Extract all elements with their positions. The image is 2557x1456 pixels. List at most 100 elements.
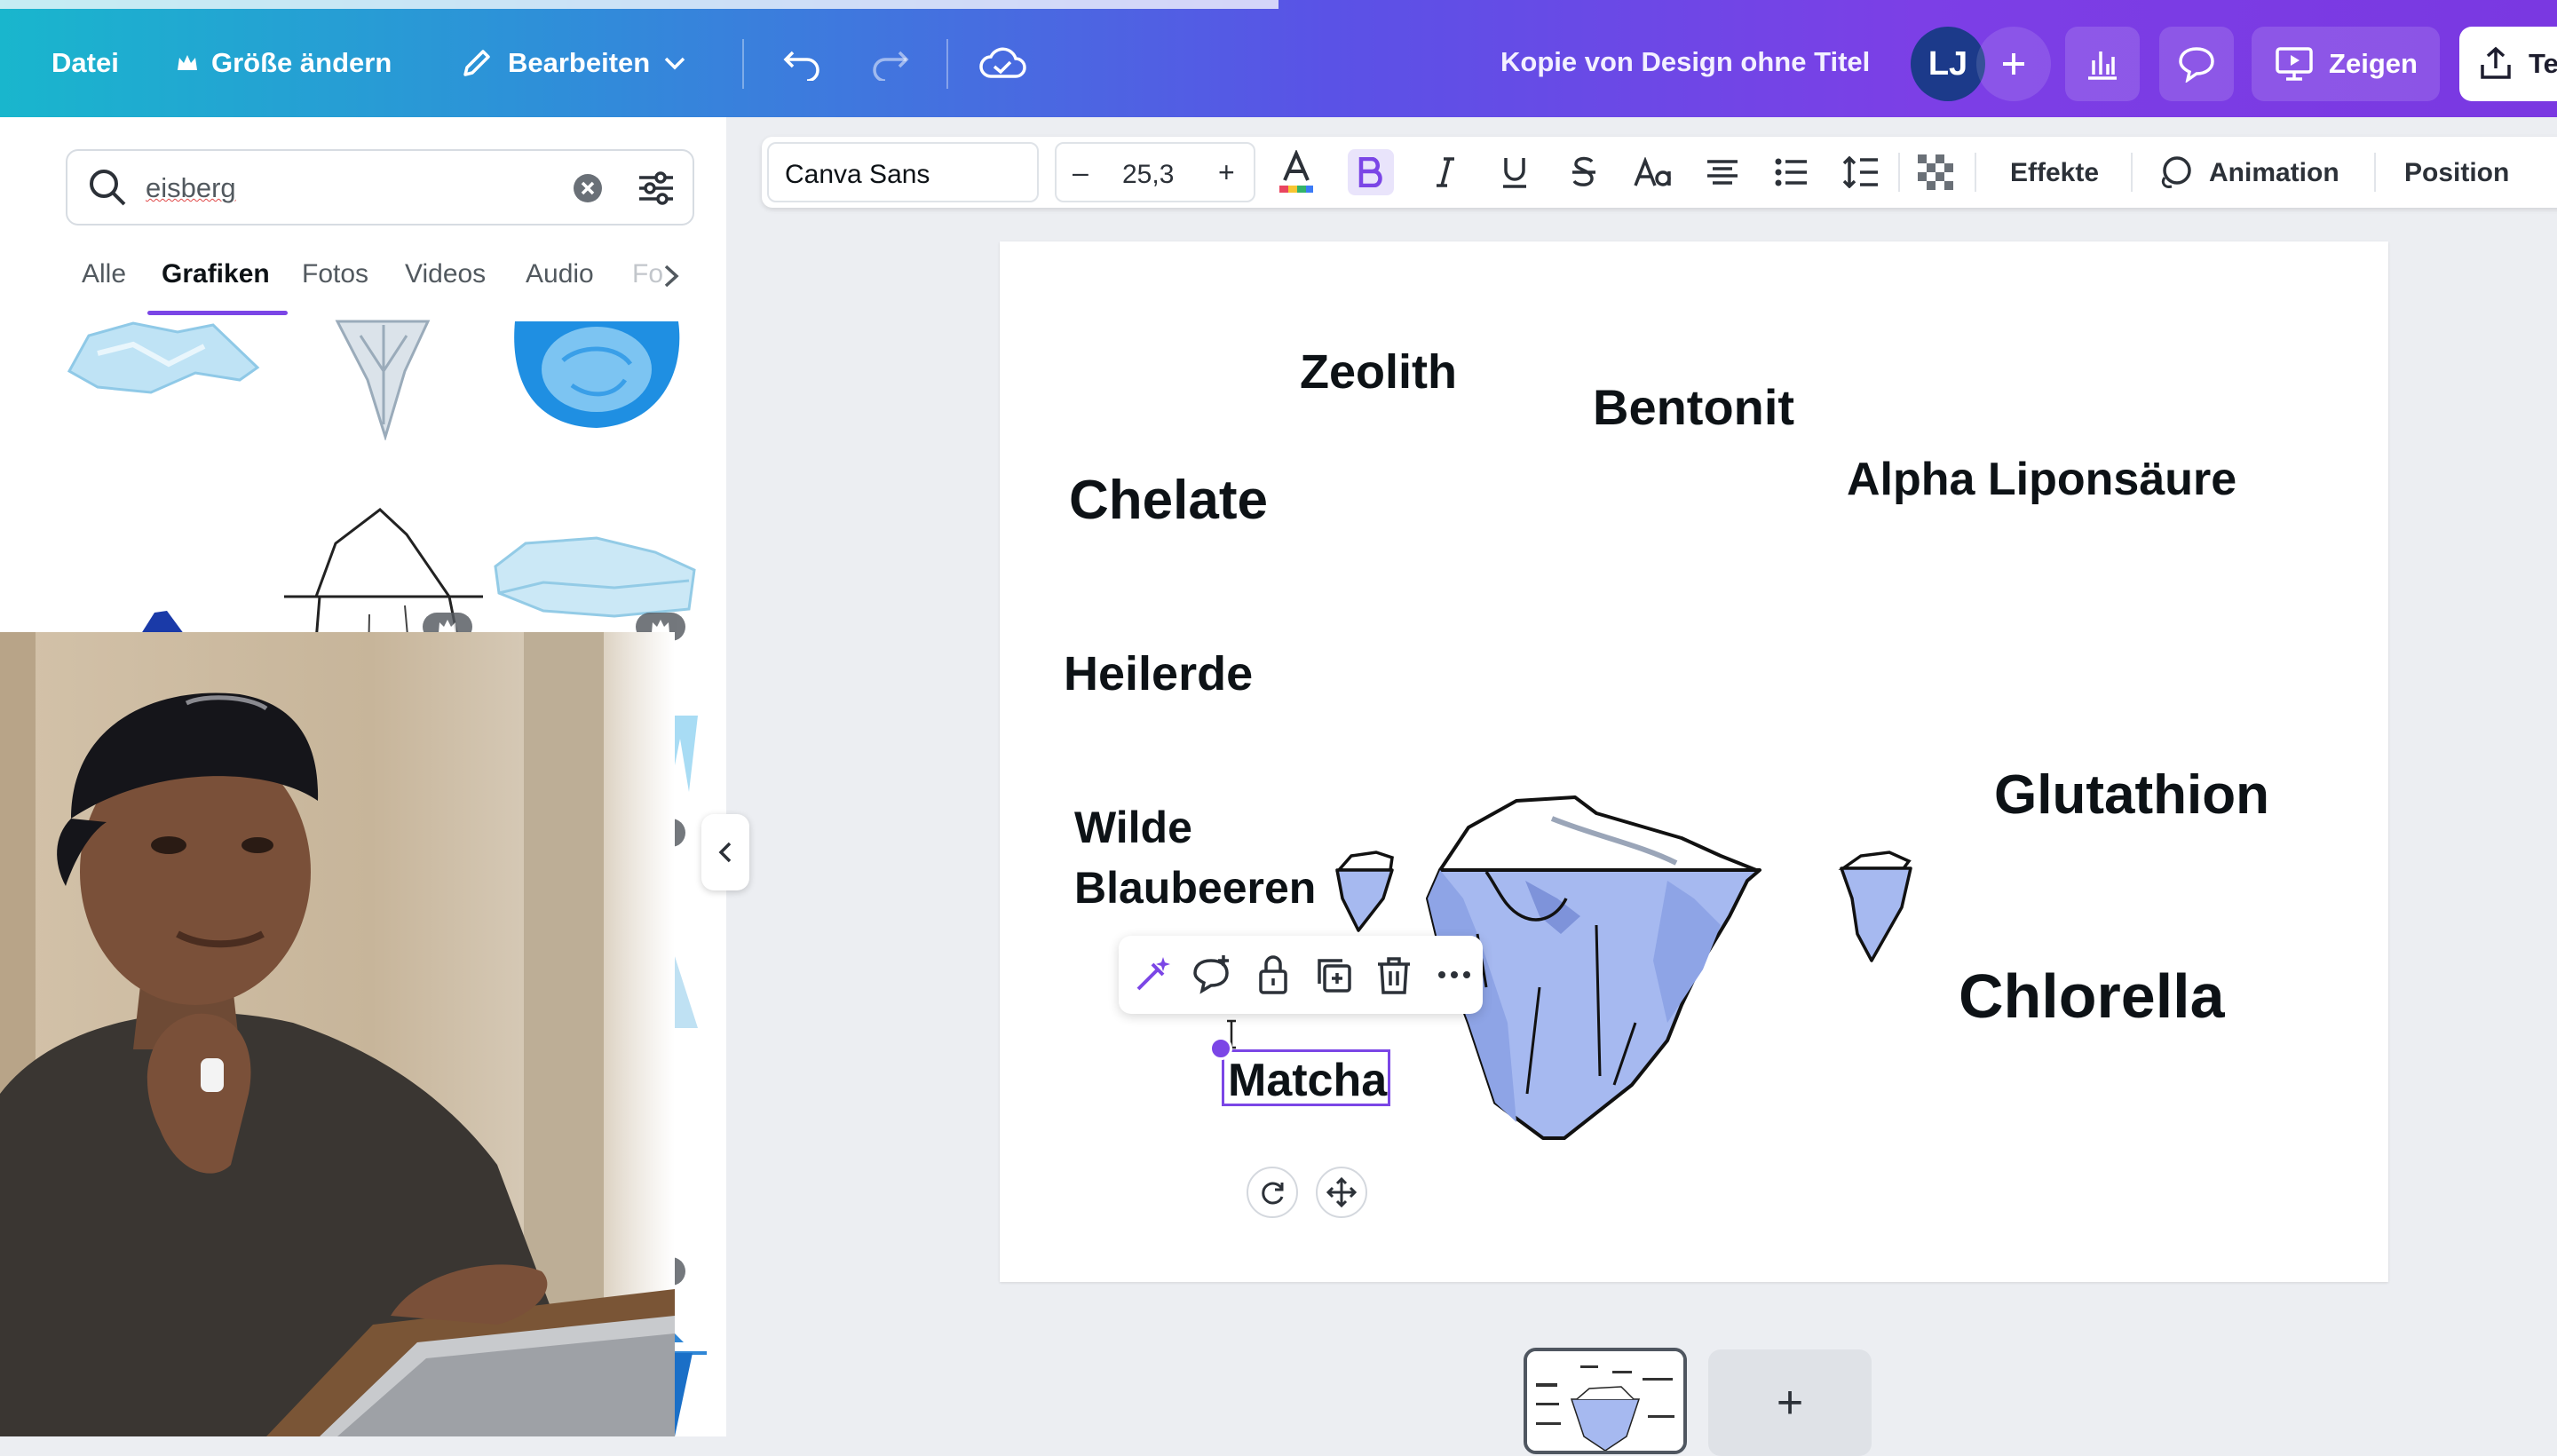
lock-icon xyxy=(1252,954,1294,996)
divider xyxy=(1898,153,1900,192)
comments-button[interactable] xyxy=(2159,27,2234,101)
more-options-button[interactable] xyxy=(1433,954,1476,996)
tab-fotos[interactable]: Fotos xyxy=(302,259,368,289)
search-input[interactable]: eisberg xyxy=(66,149,694,226)
comment-add-icon xyxy=(1191,954,1234,996)
redo-button[interactable] xyxy=(861,27,918,99)
spacing-button[interactable] xyxy=(1838,149,1884,195)
progress-strip xyxy=(0,0,1278,9)
edit-menu-button[interactable]: Bearbeiten xyxy=(458,36,687,90)
active-tab-indicator xyxy=(147,311,288,315)
underline-button[interactable] xyxy=(1492,149,1538,195)
bold-button[interactable] xyxy=(1348,149,1394,195)
search-value[interactable]: eisberg xyxy=(146,172,236,204)
graphic-iceberg-underwater[interactable] xyxy=(334,318,431,440)
effects-button[interactable]: Effekte xyxy=(2010,158,2099,188)
insights-button[interactable] xyxy=(2065,27,2140,101)
share-button[interactable]: Te xyxy=(2459,27,2557,101)
upload-icon xyxy=(2477,45,2514,83)
increase-size-button[interactable]: + xyxy=(1218,156,1235,189)
search-icon xyxy=(87,167,128,208)
label-alpha-liponsaeure[interactable]: Alpha Liponsäure xyxy=(1847,453,2236,506)
font-family-value: Canva Sans xyxy=(785,160,930,189)
label-heilerde[interactable]: Heilerde xyxy=(1064,646,1253,701)
transparency-button[interactable] xyxy=(1912,149,1959,195)
font-size-value[interactable]: 25,3 xyxy=(1122,160,1174,190)
clear-search-icon[interactable] xyxy=(572,172,604,204)
undo-button[interactable] xyxy=(774,27,831,99)
divider xyxy=(2131,153,2133,192)
graphic-ice-floe-1[interactable] xyxy=(62,318,266,415)
label-matcha[interactable]: Matcha xyxy=(1228,1054,1387,1107)
chevron-down-icon xyxy=(662,54,687,72)
bold-icon xyxy=(1358,157,1384,187)
label-chlorella[interactable]: Chlorella xyxy=(1959,961,2225,1032)
design-canvas[interactable]: Zeolith Bentonit Chelate Alpha Liponsäur… xyxy=(1000,241,2388,1282)
filter-icon[interactable] xyxy=(636,169,677,208)
resize-handle[interactable] xyxy=(1209,1037,1232,1060)
label-zeolith[interactable]: Zeolith xyxy=(1300,344,1457,400)
strikethrough-button[interactable] xyxy=(1561,149,1607,195)
tab-alle[interactable]: Alle xyxy=(82,259,126,289)
plus-icon xyxy=(2000,51,2027,77)
selected-text-box[interactable]: Matcha xyxy=(1222,1049,1390,1106)
italic-icon xyxy=(1435,157,1456,187)
file-menu-label: Datei xyxy=(51,47,119,78)
list-button[interactable] xyxy=(1769,149,1815,195)
graphic-ice-slab[interactable] xyxy=(490,504,696,629)
present-button[interactable]: Zeigen xyxy=(2252,27,2440,101)
edit-label: Bearbeiten xyxy=(508,47,651,78)
align-button[interactable] xyxy=(1699,149,1746,195)
tab-audio[interactable]: Audio xyxy=(526,259,594,289)
divider xyxy=(742,39,744,89)
lock-button[interactable] xyxy=(1252,954,1294,996)
file-menu-button[interactable]: Datei xyxy=(51,36,119,90)
letter-case-icon xyxy=(1634,157,1673,187)
font-family-select[interactable]: Canva Sans xyxy=(767,142,1039,202)
italic-button[interactable] xyxy=(1422,149,1468,195)
present-label: Zeigen xyxy=(2329,48,2418,79)
graphic-blue-ice-blob[interactable] xyxy=(510,318,684,433)
comment-icon xyxy=(2177,45,2216,83)
font-size-stepper[interactable]: – 25,3 + xyxy=(1055,142,1255,202)
rotate-button[interactable] xyxy=(1247,1167,1298,1218)
add-page-button[interactable]: + xyxy=(1708,1349,1872,1456)
page-thumbnail[interactable] xyxy=(1524,1348,1687,1454)
add-member-button[interactable] xyxy=(1976,27,2051,101)
pencil-icon xyxy=(458,44,495,82)
bullet-list-icon xyxy=(1775,157,1809,187)
move-button[interactable] xyxy=(1316,1167,1367,1218)
magic-edit-button[interactable] xyxy=(1131,954,1174,996)
duplicate-button[interactable] xyxy=(1312,954,1355,996)
animation-button[interactable]: Animation xyxy=(2209,158,2339,188)
share-label: Te xyxy=(2529,48,2557,79)
text-case-button[interactable] xyxy=(1630,149,1676,195)
tab-fonts-partial[interactable]: Fo xyxy=(632,259,663,289)
label-wilde-blaubeeren[interactable]: Wilde Blaubeeren xyxy=(1074,797,1316,918)
text-color-icon xyxy=(1276,150,1317,194)
position-button[interactable]: Position xyxy=(2404,158,2509,188)
delete-button[interactable] xyxy=(1373,954,1415,996)
tab-grafiken[interactable]: Grafiken xyxy=(162,259,270,289)
divider xyxy=(2374,153,2376,192)
avatar[interactable]: LJ xyxy=(1911,27,1985,101)
iceberg-graphic[interactable] xyxy=(1330,526,2040,1147)
add-comment-button[interactable] xyxy=(1191,954,1234,996)
label-chelate[interactable]: Chelate xyxy=(1069,469,1268,532)
strikethrough-icon xyxy=(1571,156,1597,188)
label-glutathion[interactable]: Glutathion xyxy=(1994,764,2269,827)
align-center-icon xyxy=(1706,158,1739,186)
resize-button[interactable]: Größe ändern xyxy=(176,36,392,90)
chevron-right-icon[interactable] xyxy=(661,263,682,289)
more-horizontal-icon xyxy=(1433,954,1476,996)
tab-videos[interactable]: Videos xyxy=(405,259,486,289)
document-title[interactable]: Kopie von Design ohne Titel xyxy=(1500,46,1870,78)
duplicate-icon xyxy=(1312,954,1355,996)
divider xyxy=(1975,153,1976,192)
label-bentonit[interactable]: Bentonit xyxy=(1593,378,1794,436)
save-status-button[interactable] xyxy=(971,27,1033,99)
collapse-panel-button[interactable] xyxy=(701,814,749,890)
animation-icon xyxy=(2157,149,2193,195)
text-color-button[interactable] xyxy=(1273,149,1319,195)
decrease-size-button[interactable]: – xyxy=(1073,156,1089,189)
